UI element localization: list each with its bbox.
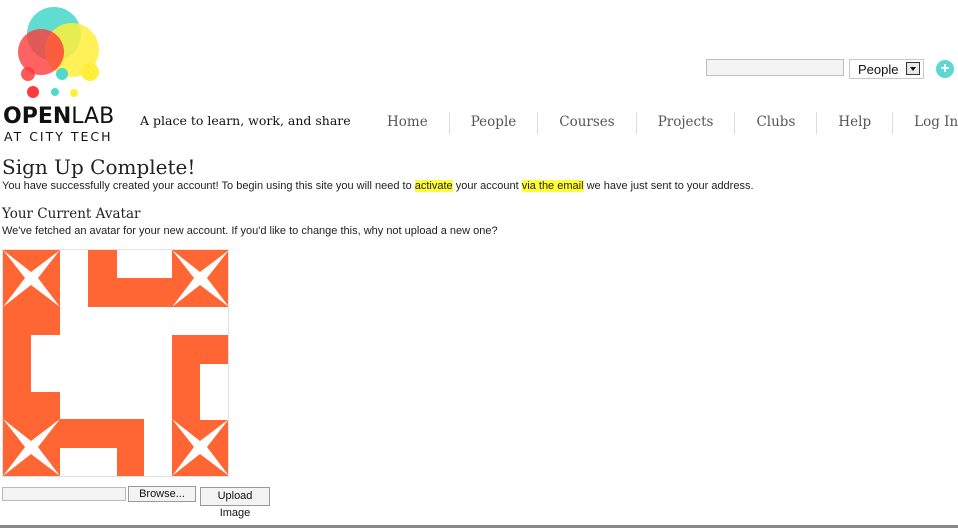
search-type-value: People bbox=[858, 62, 899, 77]
message-text-3: we have just sent to your address. bbox=[583, 180, 754, 192]
avatar-message: We've fetched an avatar for your new acc… bbox=[2, 225, 498, 237]
avatar-image bbox=[2, 249, 229, 477]
avatar-section-title: Your Current Avatar bbox=[2, 206, 141, 222]
nav-item-login[interactable]: Log In bbox=[893, 112, 958, 134]
identicon-icon bbox=[3, 250, 228, 476]
file-input[interactable] bbox=[2, 487, 126, 501]
nav-item-projects[interactable]: Projects bbox=[637, 112, 736, 134]
main-nav: Home People Courses Projects Clubs Help … bbox=[366, 112, 958, 134]
logo-subtitle: AT CITY TECH bbox=[4, 129, 113, 144]
message-highlight-email: via the email bbox=[521, 180, 584, 192]
site-tagline: A place to learn, work, and share bbox=[140, 113, 351, 128]
logo-word-lab: LAB bbox=[71, 104, 115, 129]
nav-item-home[interactable]: Home bbox=[366, 112, 450, 134]
upload-image-button[interactable]: Upload Image bbox=[200, 487, 270, 519]
logo-word-open: OPEN bbox=[3, 104, 72, 129]
logo-wordmark: OPENLAB bbox=[3, 104, 114, 129]
browse-button[interactable]: Browse... bbox=[128, 486, 196, 502]
nav-item-courses[interactable]: Courses bbox=[538, 112, 637, 134]
site-logo[interactable]: OPENLAB AT CITY TECH bbox=[0, 0, 125, 150]
nav-item-help[interactable]: Help bbox=[817, 112, 894, 134]
search-type-select[interactable]: People bbox=[849, 59, 924, 79]
plus-icon[interactable]: + bbox=[936, 60, 954, 78]
nav-item-clubs[interactable]: Clubs bbox=[735, 112, 818, 134]
message-highlight-activate: activate bbox=[414, 180, 453, 192]
logo-bubbles-icon bbox=[18, 7, 99, 98]
nav-item-people[interactable]: People bbox=[450, 112, 539, 134]
signup-message: You have successfully created your accou… bbox=[2, 180, 754, 192]
message-text-2: your account bbox=[452, 180, 522, 192]
dropdown-arrow-icon[interactable] bbox=[906, 62, 920, 75]
message-text-1: You have successfully created your accou… bbox=[2, 180, 415, 192]
page-title: Sign Up Complete! bbox=[2, 155, 196, 179]
search-input[interactable] bbox=[706, 59, 844, 76]
